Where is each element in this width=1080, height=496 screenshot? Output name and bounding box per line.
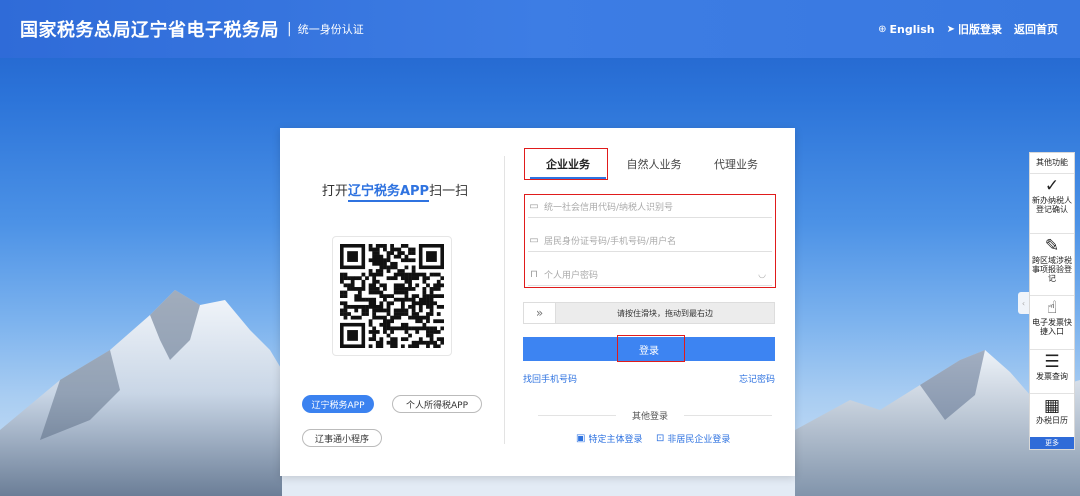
- scan-title-prefix: 打开: [321, 184, 348, 199]
- highlight-box-tab: [524, 148, 608, 180]
- old-login-label: 旧版登录: [958, 23, 1002, 36]
- other-login-line-left: [538, 415, 616, 416]
- sidebar-item-tax-calendar[interactable]: ▦ 办税日历: [1030, 393, 1074, 437]
- special-entity-login-link[interactable]: ▣ 特定主体登录: [576, 432, 642, 445]
- sidebar-item-label: 电子发票快捷入口: [1032, 318, 1072, 336]
- recover-phone-link[interactable]: 找回手机号码: [523, 372, 577, 385]
- login-panel: 打开辽宁税务APP扫一扫 辽宁税务APP 个人所得税APP 辽事通小程序 企业业…: [280, 128, 795, 476]
- slider-instruction: 请按住滑块，拖动到最右边: [617, 308, 713, 318]
- calendar-icon: ▦: [1043, 396, 1061, 416]
- sidebar-item-new-taxpayer[interactable]: ✓ 新办纳税人登记确认: [1030, 173, 1074, 233]
- title-divider: |: [287, 21, 292, 37]
- id-badge-icon: ⊡: [656, 433, 665, 444]
- english-label: English: [889, 22, 935, 36]
- send-icon: ➤: [946, 23, 955, 35]
- sidebar-collapse-tab[interactable]: ‹: [1018, 292, 1029, 314]
- header-links: ⊕ English ➤ 旧版登录 返回首页: [878, 0, 1058, 58]
- sidebar-item-label: 跨区域涉税事项报验登记: [1032, 256, 1072, 283]
- header-subtitle: 统一身份认证: [297, 23, 364, 36]
- special-entity-label: 特定主体登录: [588, 435, 643, 445]
- slider-captcha: » 请按住滑块，拖动到最右边: [523, 302, 775, 324]
- panel-divider: [504, 156, 505, 444]
- other-functions-sidebar: 其他功能 ✓ 新办纳税人登记确认 ✎ 跨区域涉税事项报验登记 ☝ 电子发票快捷入…: [1029, 152, 1075, 450]
- lntax-app-pill[interactable]: 辽宁税务APP: [302, 395, 374, 413]
- tab-agent[interactable]: 代理业务: [698, 150, 774, 178]
- sidebar-item-e-invoice[interactable]: ☝ 电子发票快捷入口: [1030, 295, 1074, 349]
- sidebar-item-label: 新办纳税人登记确认: [1032, 196, 1072, 214]
- home-label: 返回首页: [1014, 23, 1058, 36]
- qr-code-frame: [332, 236, 452, 356]
- building-icon: ▣: [576, 433, 586, 444]
- other-login-line-right: [684, 415, 772, 416]
- top-header: 国家税务总局辽宁省电子税务局 | 统一身份认证 ⊕ English ➤ 旧版登录…: [0, 0, 1080, 58]
- forgot-password-link[interactable]: 忘记密码: [739, 372, 775, 385]
- slider-handle[interactable]: »: [524, 303, 556, 323]
- hand-pointer-icon: ☝: [1046, 298, 1058, 318]
- qr-code: [340, 244, 444, 348]
- sidebar-item-invoice-query[interactable]: ☰ 发票查询: [1030, 349, 1074, 393]
- highlight-box-login: [617, 335, 685, 362]
- sidebar-title: 其他功能: [1036, 158, 1068, 167]
- scan-title-app: 辽宁税务APP: [347, 184, 430, 202]
- non-resident-login-link[interactable]: ⊡ 非居民企业登录: [656, 432, 730, 445]
- sidebar-item-label: 发票查询: [1036, 372, 1068, 381]
- document-icon: ☰: [1044, 352, 1060, 372]
- pen-icon: ✎: [1044, 236, 1060, 256]
- scan-title: 打开辽宁税务APP扫一扫: [320, 180, 470, 202]
- other-login-label: 其他登录: [631, 412, 668, 422]
- globe-icon: ⊕: [878, 23, 887, 35]
- personal-tax-app-pill[interactable]: 个人所得税APP: [392, 395, 482, 413]
- tab-natural-person[interactable]: 自然人业务: [616, 150, 692, 178]
- sidebar-more-button[interactable]: 更多: [1030, 437, 1074, 449]
- sidebar-item-cross-region[interactable]: ✎ 跨区域涉税事项报验登记: [1030, 233, 1074, 295]
- double-chevron-right-icon: »: [535, 306, 544, 320]
- scan-title-suffix: 扫一扫: [429, 184, 469, 199]
- check-icon: ✓: [1044, 176, 1060, 196]
- highlight-box-fields: [524, 194, 776, 288]
- site-title: 国家税务总局辽宁省电子税务局: [20, 20, 279, 41]
- return-home-link[interactable]: 返回首页: [1014, 21, 1058, 37]
- old-version-login-link[interactable]: ➤ 旧版登录: [947, 21, 1002, 37]
- non-resident-label: 非居民企业登录: [667, 435, 731, 445]
- english-link[interactable]: ⊕ English: [878, 23, 935, 36]
- sidebar-item-label: 办税日历: [1036, 416, 1068, 425]
- chevron-left-icon: ‹: [1021, 298, 1026, 308]
- mini-program-pill[interactable]: 辽事通小程序: [302, 429, 382, 447]
